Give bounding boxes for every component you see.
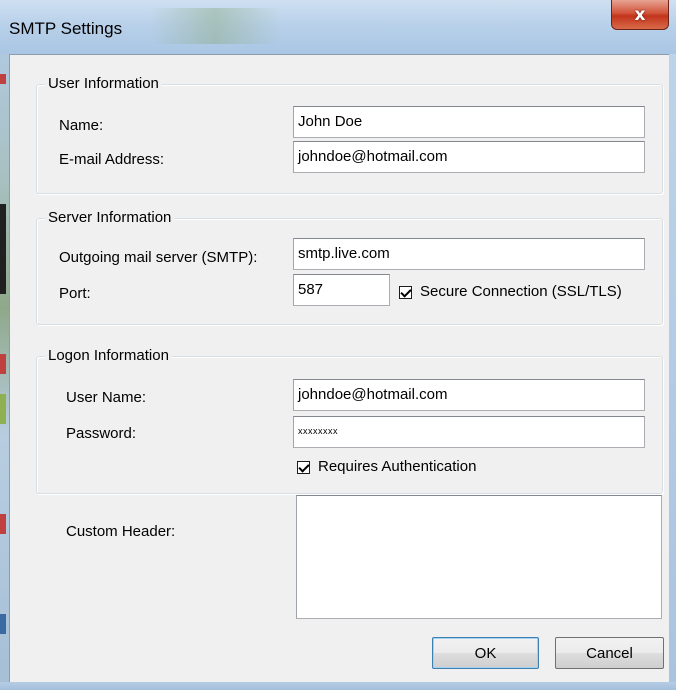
password-field[interactable]: xxxxxxxx bbox=[293, 416, 645, 448]
close-button[interactable]: x bbox=[611, 0, 669, 30]
custom-header-field[interactable] bbox=[296, 495, 662, 619]
secure-connection-checkbox[interactable]: Secure Connection (SSL/TLS) bbox=[399, 283, 622, 301]
smtp-settings-dialog: SMTP Settings x User Information Name: J… bbox=[0, 0, 676, 690]
ok-button[interactable]: OK bbox=[432, 637, 539, 669]
secure-connection-label: Secure Connection (SSL/TLS) bbox=[420, 283, 622, 300]
name-label: Name: bbox=[59, 117, 104, 134]
title-bar-glow bbox=[150, 8, 280, 44]
requires-authentication-checkbox[interactable]: Requires Authentication bbox=[297, 458, 476, 476]
server-information-group: Server Information bbox=[36, 209, 663, 325]
user-name-field[interactable]: johndoe@hotmail.com bbox=[293, 379, 645, 411]
requires-authentication-label: Requires Authentication bbox=[318, 458, 477, 475]
secure-connection-check-icon bbox=[399, 285, 412, 299]
window-title: SMTP Settings bbox=[9, 19, 123, 38]
name-field[interactable]: John Doe bbox=[293, 106, 645, 138]
title-bar[interactable]: SMTP Settings x bbox=[0, 0, 676, 54]
window-frame-right bbox=[669, 54, 676, 690]
server-information-title: Server Information bbox=[45, 209, 175, 227]
window-frame-left bbox=[0, 54, 9, 690]
port-field[interactable]: 587 bbox=[293, 274, 390, 306]
window-frame-bottom bbox=[0, 682, 676, 690]
port-label: Port: bbox=[59, 285, 91, 302]
user-information-title: User Information bbox=[45, 75, 162, 93]
user-name-label: User Name: bbox=[66, 389, 147, 406]
password-label: Password: bbox=[66, 425, 137, 442]
user-information-group: User Information bbox=[36, 75, 663, 194]
dialog-client-area: User Information Name: John Doe E-mail A… bbox=[9, 54, 669, 682]
smtp-server-label: Outgoing mail server (SMTP): bbox=[59, 249, 258, 266]
email-label: E-mail Address: bbox=[59, 151, 165, 168]
requires-authentication-check-icon bbox=[297, 460, 310, 474]
cancel-button[interactable]: Cancel bbox=[555, 637, 664, 669]
custom-header-label: Custom Header: bbox=[66, 523, 176, 540]
smtp-server-field[interactable]: smtp.live.com bbox=[293, 238, 645, 270]
email-field[interactable]: johndoe@hotmail.com bbox=[293, 141, 645, 173]
logon-information-title: Logon Information bbox=[45, 347, 172, 365]
close-icon: x bbox=[634, 4, 646, 25]
